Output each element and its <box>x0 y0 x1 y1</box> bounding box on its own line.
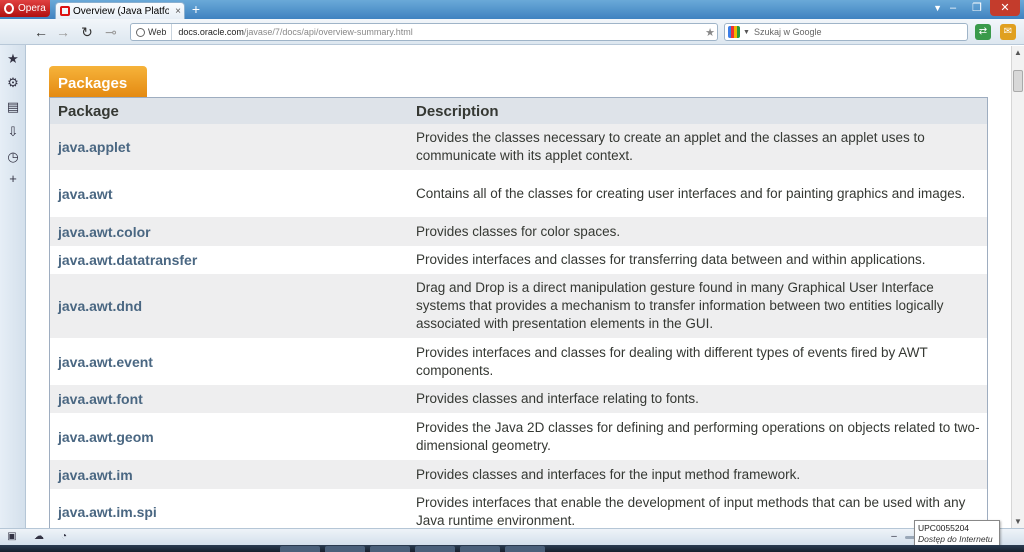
package-link[interactable]: java.awt.geom <box>50 429 407 445</box>
restore-icon[interactable]: ❐ <box>966 0 988 16</box>
close-window-icon[interactable]: ✕ <box>990 0 1020 16</box>
taskbar-item[interactable] <box>370 546 410 552</box>
extension-icon[interactable]: ✉ <box>1000 24 1016 40</box>
table-row: java.awt.dnd Drag and Drop is a direct m… <box>50 274 987 338</box>
url-text[interactable]: docs.oracle.com/javase/7/docs/api/overvi… <box>172 27 703 37</box>
table-row: java.awt.color Provides classes for colo… <box>50 217 987 246</box>
tooltip-network-name: UPC0055204 <box>918 523 970 533</box>
package-description: Provides classes for color spaces. <box>416 223 621 239</box>
title-bar: Opera Overview (Java Platfor... × + ▼ – … <box>0 0 1024 19</box>
browser-tab[interactable]: Overview (Java Platfor... × <box>55 2 185 19</box>
package-link[interactable]: java.awt.datatransfer <box>50 252 407 268</box>
search-box[interactable]: ▼ Szukaj w Google <box>724 23 968 41</box>
globe-icon <box>136 27 145 37</box>
reload-icon[interactable]: ↻ <box>78 23 96 41</box>
header-package: Package <box>58 102 119 120</box>
taskbar-item[interactable] <box>415 546 455 552</box>
favicon-icon <box>60 6 70 16</box>
url-domain: docs.oracle.com <box>178 27 244 37</box>
address-bar[interactable]: Web docs.oracle.com/javase/7/docs/api/ov… <box>130 23 718 41</box>
taskbar-item[interactable] <box>280 546 320 552</box>
package-link[interactable]: java.awt.im <box>50 467 407 483</box>
package-link[interactable]: java.applet <box>50 139 407 155</box>
back-icon[interactable]: ← <box>32 23 50 41</box>
taskbar-item[interactable] <box>325 546 365 552</box>
package-link[interactable]: java.awt.font <box>50 391 407 407</box>
new-tab-button[interactable]: + <box>189 2 203 16</box>
key-icon[interactable]: ⊸ <box>102 23 120 41</box>
package-description: Provides interfaces and classes for tran… <box>416 252 926 267</box>
package-description: Provides interfaces and classes for deal… <box>416 344 928 378</box>
tab-close-icon[interactable]: × <box>172 6 184 17</box>
table-row: java.awt.datatransfer Provides interface… <box>50 246 987 274</box>
google-icon <box>728 26 740 38</box>
notes-icon[interactable]: ▤ <box>5 99 21 115</box>
taskbar-item[interactable] <box>460 546 500 552</box>
table-row: java.awt.font Provides classes and inter… <box>50 385 987 413</box>
table-row: java.awt.im.spi Provides interfaces that… <box>50 489 987 528</box>
package-description: Provides classes and interface relating … <box>416 391 699 406</box>
taskbar-item[interactable] <box>505 546 545 552</box>
package-link[interactable]: java.awt.dnd <box>50 298 407 314</box>
package-description: Provides classes and interfaces for the … <box>416 466 801 482</box>
side-panel: ★ ⚙ ▤ ⇩ ◷ + <box>0 45 26 529</box>
network-tooltip: UPC0055204 Dostęp do Internetu <box>914 520 1000 547</box>
package-description: Provides interfaces that enable the deve… <box>416 495 966 528</box>
package-description: Provides the classes necessary to create… <box>416 130 925 163</box>
table-row: java.awt Contains all of the classes for… <box>50 170 987 217</box>
package-link[interactable]: java.awt.color <box>50 224 407 240</box>
downloads-icon[interactable]: ⇩ <box>5 124 21 140</box>
opera-logo-icon <box>4 3 14 14</box>
table-row: java.applet Provides the classes necessa… <box>50 124 987 170</box>
search-engine-chevron-icon[interactable]: ▼ <box>743 29 750 36</box>
speed-dial-icon[interactable]: ◔ <box>58 531 70 543</box>
scroll-down-icon[interactable]: ▼ <box>1012 515 1024 528</box>
window-controls: – ❐ ✕ <box>942 0 1020 16</box>
bookmarks-star-icon[interactable]: ★ <box>5 51 21 67</box>
bookmark-star-icon[interactable]: ★ <box>703 26 717 39</box>
vertical-scrollbar[interactable]: ▲ ▼ <box>1011 46 1024 528</box>
minimize-icon[interactable]: – <box>942 0 964 16</box>
package-description: Provides the Java 2D classes for definin… <box>416 419 980 453</box>
opera-menu-label: Opera <box>18 3 46 14</box>
site-info-label: Web <box>148 27 167 37</box>
zoom-out-icon[interactable]: – <box>888 531 900 543</box>
opera-menu-button[interactable]: Opera <box>0 0 50 17</box>
table-row: java.awt.geom Provides the Java 2D class… <box>50 413 987 460</box>
sync-icon[interactable]: ⇄ <box>975 24 991 40</box>
table-header: Package Description <box>50 97 987 124</box>
tab-title: Overview (Java Platfor... <box>73 5 169 17</box>
turbo-cloud-icon[interactable]: ☁ <box>33 531 45 543</box>
url-path: /javase/7/docs/api/overview-summary.html <box>243 27 413 37</box>
scrollbar-thumb[interactable] <box>1013 70 1023 92</box>
site-info-badge[interactable]: Web <box>131 24 173 40</box>
table-row: java.awt.event Provides interfaces and c… <box>50 338 987 385</box>
history-clock-icon[interactable]: ◷ <box>5 149 21 165</box>
search-placeholder: Szukaj w Google <box>753 27 822 37</box>
forward-icon[interactable]: → <box>54 23 72 41</box>
package-link[interactable]: java.awt <box>50 186 407 202</box>
os-taskbar <box>0 545 1024 552</box>
table-row: java.awt.im Provides classes and interfa… <box>50 460 987 489</box>
header-description: Description <box>416 102 499 120</box>
packages-tab: Packages <box>49 66 147 97</box>
package-link[interactable]: java.awt.im.spi <box>50 504 407 520</box>
add-panel-icon[interactable]: + <box>5 171 21 187</box>
page-content: Packages Package Description java.applet… <box>27 46 1011 528</box>
navigation-bar: ← → ↻ ⊸ Web docs.oracle.com/javase/7/doc… <box>0 19 1024 45</box>
package-description: Contains all of the classes for creating… <box>416 185 966 201</box>
package-description: Drag and Drop is a direct manipulation g… <box>416 280 944 331</box>
settings-gear-icon[interactable]: ⚙ <box>5 75 21 91</box>
package-link[interactable]: java.awt.event <box>50 354 407 370</box>
tab-menu-chevron-icon[interactable]: ▼ <box>933 3 942 13</box>
panel-toggle-icon[interactable]: ▣ <box>6 531 18 543</box>
scroll-up-icon[interactable]: ▲ <box>1012 46 1024 59</box>
packages-table: Package Description java.applet Provides… <box>49 97 988 528</box>
status-bar: ▣ ☁ ◔ – <box>0 528 1024 545</box>
tooltip-network-status: Dostęp do Internetu <box>918 534 993 544</box>
